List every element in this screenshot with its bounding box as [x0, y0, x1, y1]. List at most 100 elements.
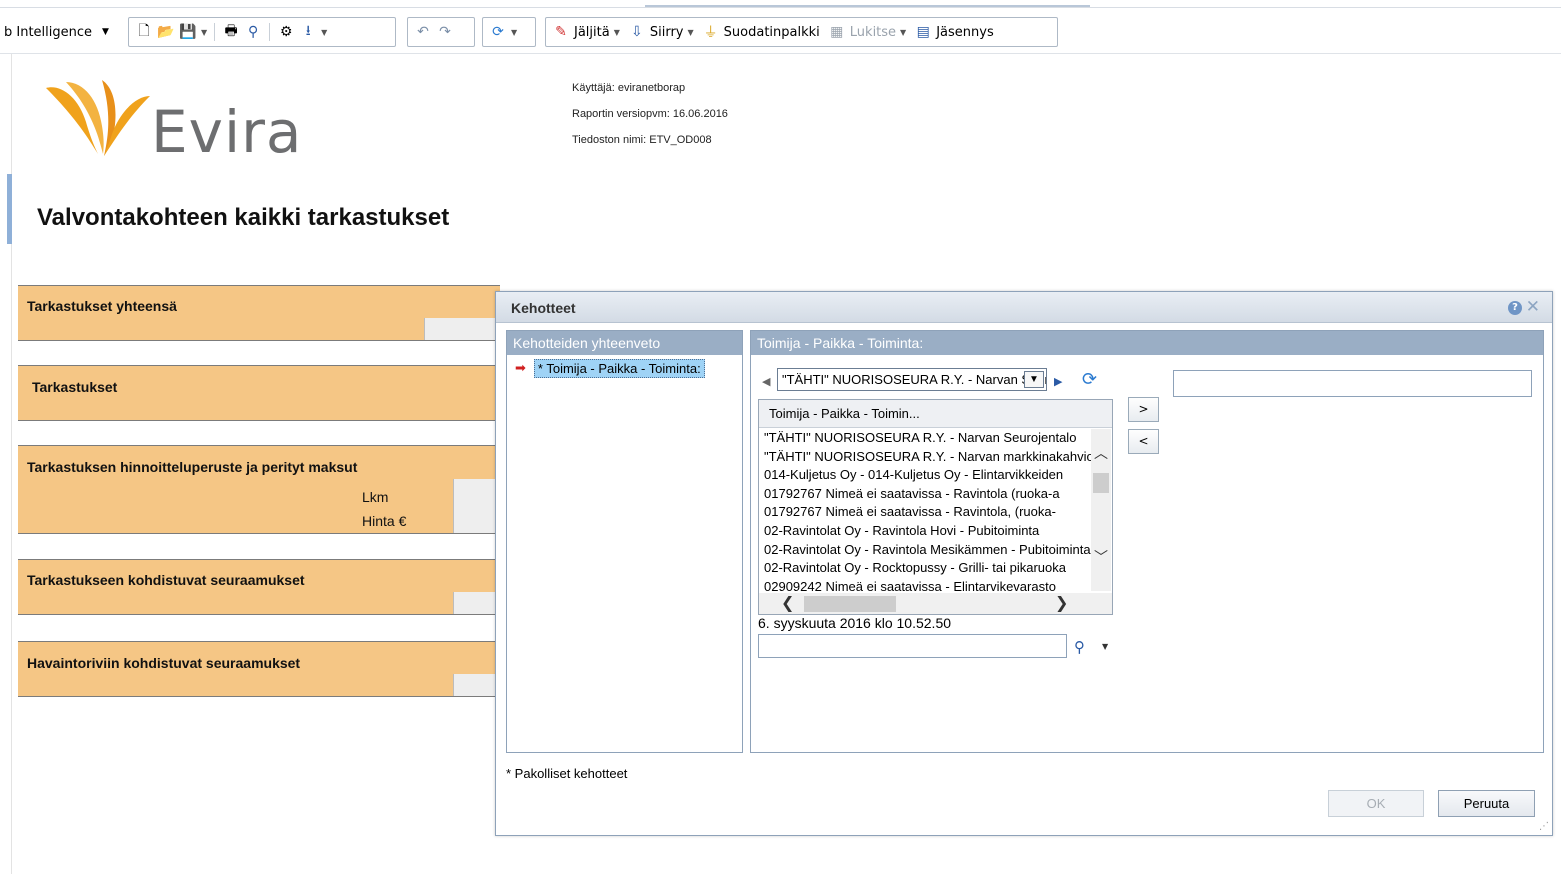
scroll-up-icon[interactable]: ︿ [1094, 443, 1108, 463]
history-icon[interactable]: ⚙ [277, 23, 295, 41]
value-combobox[interactable]: "TÄHTI" NUORISOSEURA R.Y. - Narvan Seuro… [777, 368, 1047, 391]
lock-label: Lukitse [849, 24, 897, 40]
track-label: Jäljitä [574, 24, 610, 40]
toolbar-separator [269, 23, 271, 41]
redo-icon[interactable]: ↷ [436, 23, 454, 41]
lock-button[interactable]: ▦ Lukitse ▼ [828, 23, 906, 41]
chevron-down-icon[interactable]: ▼ [1024, 371, 1044, 388]
filter-bar-button[interactable]: ⏚ Suodatinpalkki [702, 23, 820, 42]
section-inspection-sanctions: Tarkastukseen kohdistuvat seuraamukset [18, 559, 500, 615]
app-menu[interactable]: b Intelligence ▼ [4, 22, 109, 42]
section-observation-sanctions: Havaintoriviin kohdistuvat seuraamukset [18, 641, 500, 697]
open-folder-icon[interactable]: 📂 [157, 23, 175, 41]
list-item[interactable]: 01792767 Nimeä ei saatavissa - Ravintola… [764, 485, 1091, 504]
outline-button[interactable]: ▤ Jäsennys [914, 23, 994, 41]
evira-wheat-icon [46, 80, 150, 156]
list-item[interactable]: 02-Ravintolat Oy - Ravintola Hovi - Pubi… [764, 522, 1091, 541]
price-label: Hinta € [362, 513, 407, 529]
chevron-down-icon[interactable]: ▼ [511, 28, 517, 37]
remove-value-button[interactable]: < [1128, 429, 1159, 454]
list-item[interactable]: "TÄHTI" NUORISOSEURA R.Y. - Narvan markk… [764, 448, 1091, 467]
chevron-down-icon: ▼ [687, 27, 694, 37]
previous-arrow-icon[interactable]: ◀ [762, 375, 770, 388]
left-panel-strip [0, 54, 12, 874]
chevron-down-icon[interactable]: ▼ [321, 28, 327, 37]
save-icon[interactable]: 💾 [179, 23, 197, 41]
last-refresh-timestamp: 6. syyskuuta 2016 klo 10.52.50 [758, 615, 952, 631]
list-item[interactable]: 02909242 Nimeä ei saatavissa - Elintarvi… [764, 578, 1091, 591]
section-total-inspections: Tarkastukset yhteensä [18, 285, 500, 341]
section-title: Tarkastukset [32, 379, 118, 395]
left-panel-handle[interactable] [7, 174, 12, 244]
undo-redo-tools: ↶ ↷ [407, 17, 475, 47]
scroll-thumb[interactable] [1093, 473, 1109, 493]
section-value-cell [453, 674, 500, 696]
toolbar-bottom-line [0, 53, 1561, 54]
undo-icon[interactable]: ↶ [414, 23, 432, 41]
prompts-dialog: Kehotteet ? ✕ Kehotteiden yhteenveto ➡ *… [495, 291, 1553, 836]
price-value-cell [453, 509, 500, 533]
logo-wordmark: Evira [151, 98, 303, 166]
section-title: Tarkastukseen kohdistuvat seuraamukset [27, 572, 305, 588]
meta-version-date: Raportin versiopvm: 16.06.2016 [572, 108, 728, 120]
scroll-left-icon[interactable]: ❮ [781, 593, 794, 612]
list-column-header[interactable]: Toimija - Paikka - Toimin... [759, 400, 1112, 428]
outline-icon: ▤ [916, 24, 930, 40]
evira-logo: Evira [40, 78, 320, 168]
export-icon[interactable]: ⭳ [299, 23, 317, 41]
detail-header: Toimija - Paikka - Toiminta: [751, 331, 1543, 355]
values-listbox: Toimija - Paikka - Toimin... "TÄHTI" NUO… [758, 399, 1113, 615]
toolbar: b Intelligence ▼ 🗋 📂 💾 ▼ 🖶 ⚲ ⚙ ⭳ ▼ ↶ ↷ ⟳… [0, 0, 1561, 54]
summary-item-operator-place-activity[interactable]: ➡ * Toimija - Paikka - Toiminta: [515, 359, 705, 378]
chevron-down-icon[interactable]: ▼ [1102, 642, 1108, 651]
horizontal-scrollbar[interactable]: ❮ ❯ [759, 593, 1112, 614]
list-rows: "TÄHTI" NUORISOSEURA R.Y. - Narvan Seuro… [764, 429, 1091, 591]
dialog-title: Kehotteet [511, 300, 576, 316]
find-binoculars-icon[interactable]: ⚲ [244, 23, 262, 41]
section-title: Tarkastukset yhteensä [27, 298, 177, 314]
scroll-thumb[interactable] [804, 596, 896, 612]
chevron-down-icon[interactable]: ▼ [201, 28, 207, 37]
search-input[interactable] [758, 634, 1067, 658]
new-document-icon[interactable]: 🗋 [135, 23, 153, 41]
resize-grip-icon[interactable]: ⋰ [1539, 821, 1549, 832]
list-item[interactable]: "TÄHTI" NUORISOSEURA R.Y. - Narvan Seuro… [764, 429, 1091, 448]
dialog-header[interactable]: Kehotteet ? ✕ [496, 292, 1552, 323]
scroll-down-icon[interactable]: ﹀ [1094, 547, 1108, 567]
meta-file-name: Tiedoston nimi: ETV_OD008 [572, 134, 712, 146]
close-icon[interactable]: ✕ [1526, 297, 1540, 317]
refresh-values-icon[interactable]: ⟳ [1082, 369, 1097, 390]
track-button[interactable]: ✎ Jäljitä ▼ [552, 23, 620, 41]
prompt-summary-panel: Kehotteiden yhteenveto ➡ * Toimija - Pai… [506, 330, 743, 753]
report-title: Valvontakohteen kaikki tarkastukset [37, 204, 450, 231]
chevron-down-icon: ▼ [102, 27, 109, 37]
count-value-cell [453, 479, 500, 509]
summary-item-label: * Toimija - Paikka - Toiminta: [533, 359, 705, 378]
print-icon[interactable]: 🖶 [222, 23, 240, 41]
list-item[interactable]: 02-Ravintolat Oy - Rocktopussy - Grilli-… [764, 559, 1091, 578]
section-inspections: Tarkastukset [18, 365, 500, 421]
add-value-button[interactable]: > [1128, 397, 1159, 422]
toolbar-top-line [0, 7, 1561, 8]
list-item[interactable]: 014-Kuljetus Oy - 014-Kuljetus Oy - Elin… [764, 466, 1091, 485]
search-binoculars-icon[interactable]: ⚲ [1074, 638, 1085, 656]
ok-button[interactable]: OK [1328, 790, 1424, 817]
track-changes-icon: ✎ [555, 24, 567, 40]
refresh-tools: ⟳ ▼ [482, 17, 536, 47]
refresh-icon[interactable]: ⟳ [489, 23, 507, 41]
list-item[interactable]: 01792767 Nimeä ei saatavissa - Ravintola… [764, 503, 1091, 522]
section-pricing: Tarkastuksen hinnoitteluperuste ja perit… [18, 445, 500, 534]
scroll-right-icon[interactable]: ❯ [1055, 593, 1068, 612]
vertical-scrollbar[interactable]: ︿ ﹀ [1091, 429, 1111, 591]
help-icon[interactable]: ? [1508, 301, 1522, 315]
selected-values-field[interactable] [1173, 370, 1532, 397]
document-tools: 🗋 📂 💾 ▼ 🖶 ⚲ ⚙ ⭳ ▼ [128, 17, 396, 47]
goto-button[interactable]: ⇩ Siirry ▼ [628, 23, 694, 41]
section-value-cell [424, 318, 500, 340]
cancel-button[interactable]: Peruuta [1438, 790, 1535, 817]
required-arrow-icon: ➡ [515, 361, 526, 376]
list-item[interactable]: 02-Ravintolat Oy - Ravintola Mesikämmen … [764, 541, 1091, 560]
next-arrow-icon[interactable]: ▶ [1054, 375, 1062, 388]
section-value-cell [453, 592, 500, 614]
chevron-down-icon: ▼ [900, 27, 907, 37]
